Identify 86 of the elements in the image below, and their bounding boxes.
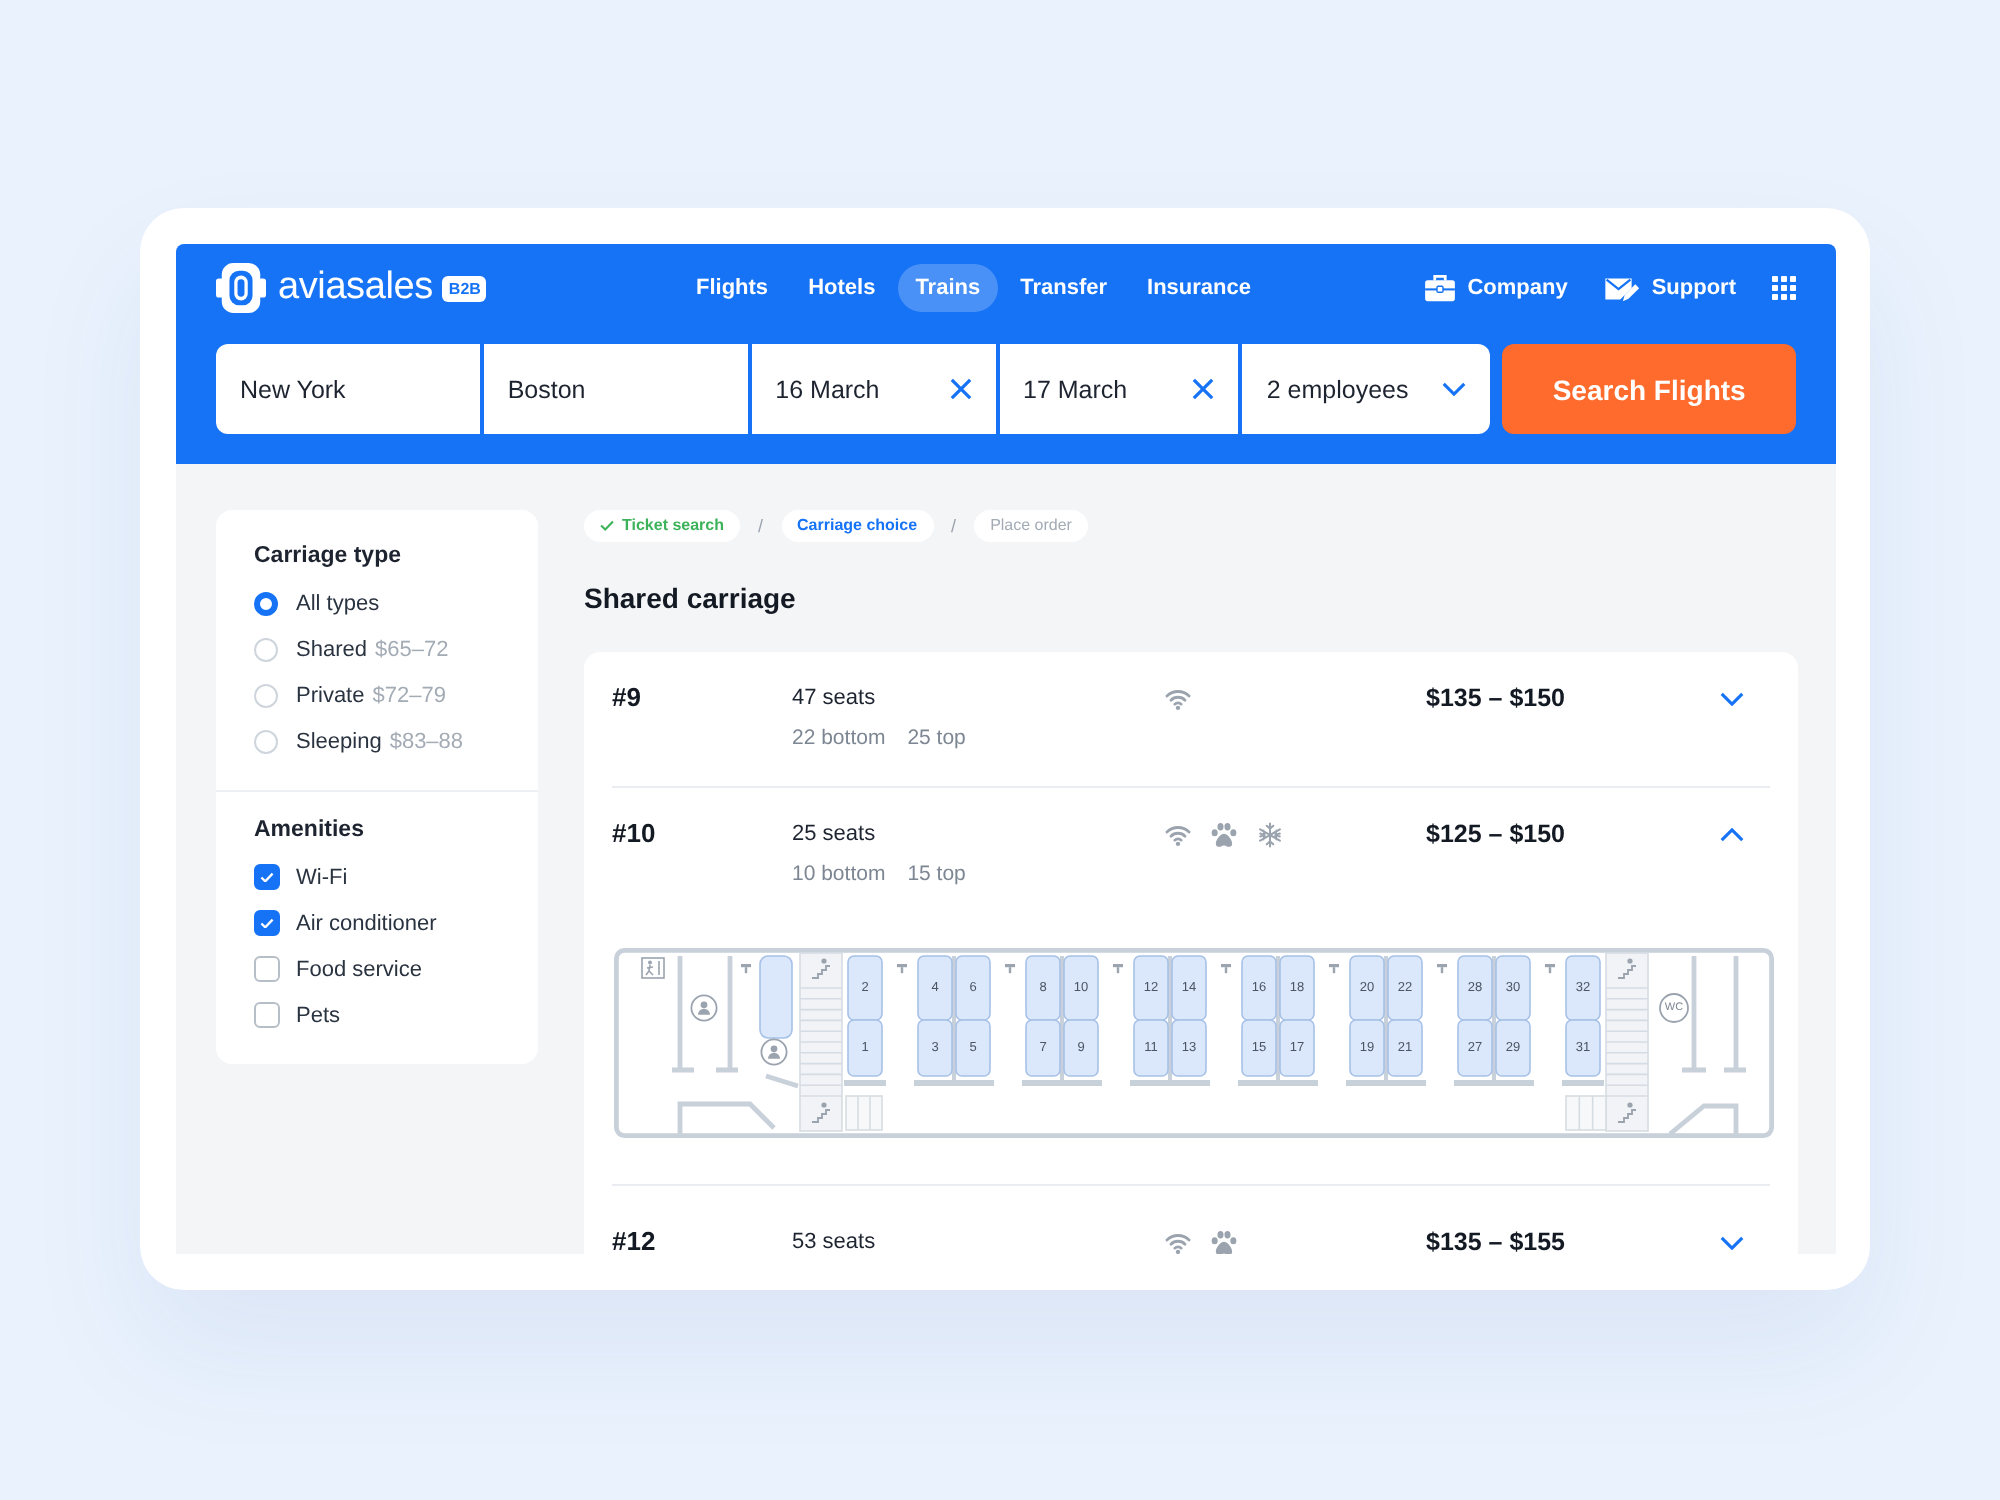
- stairs-icon: [1617, 958, 1637, 979]
- carriage-number: #12: [612, 1226, 656, 1254]
- briefcase-icon: [1423, 274, 1456, 302]
- snowflake-icon: [1256, 821, 1284, 847]
- wifi-icon: [1164, 1229, 1192, 1254]
- city-field[interactable]: New York: [216, 344, 480, 434]
- table-icon: [1329, 964, 1339, 974]
- option-label: All types: [296, 591, 380, 615]
- clear-icon[interactable]: [1192, 378, 1215, 400]
- breadcrumb-step[interactable]: Carriage choice: [781, 510, 934, 542]
- breadcrumb-separator: /: [951, 514, 957, 538]
- carriage-number: #9: [612, 682, 641, 714]
- breadcrumb-separator: /: [758, 514, 764, 538]
- seat-tile: [759, 955, 793, 1039]
- upper-seat-count: 15 top: [907, 860, 966, 890]
- city-field[interactable]: Boston: [483, 344, 748, 434]
- checkbox[interactable]: [254, 956, 280, 982]
- nav-tab[interactable]: Flights: [678, 264, 787, 312]
- support-link[interactable]: Support: [1603, 272, 1736, 304]
- stairs-icon: [811, 958, 831, 979]
- section-heading: Shared carriage: [584, 580, 796, 616]
- check-icon: [260, 917, 274, 929]
- stairs-icon: [811, 1102, 831, 1123]
- paw-icon: [1210, 1229, 1238, 1254]
- lower-seat-count: 10 bottom: [792, 860, 886, 890]
- option-label: Wi-Fi: [296, 865, 348, 889]
- seat-count: 53 seats: [792, 1228, 876, 1254]
- clear-icon[interactable]: [949, 378, 971, 400]
- seat-count: 47 seats: [792, 684, 876, 714]
- company-link[interactable]: Company: [1423, 272, 1568, 304]
- wifi-icon: [1164, 821, 1192, 847]
- logo-wordmark: aviasales: [278, 266, 433, 310]
- upper-seat-count: 25 top: [907, 724, 966, 754]
- price-range: $135 – $155: [1426, 1226, 1566, 1254]
- section-title: Amenities: [254, 816, 364, 846]
- price-range: $83–88: [389, 729, 464, 753]
- checkbox[interactable]: [254, 1002, 280, 1028]
- table-icon: [1437, 964, 1447, 974]
- logo-badge: B2B: [442, 275, 487, 301]
- table-icon: [1005, 964, 1015, 974]
- apps-menu-icon[interactable]: [1772, 276, 1796, 300]
- option-label: Private: [296, 683, 365, 707]
- nav-tab[interactable]: Insurance: [1129, 264, 1269, 312]
- rack-icon: [845, 1095, 883, 1131]
- logo-icon: [216, 262, 266, 314]
- table-icon: [1221, 964, 1231, 974]
- chevron-down-icon[interactable]: [1720, 692, 1744, 706]
- option-label: Pets: [296, 1003, 341, 1027]
- table-icon: [897, 964, 907, 974]
- envelope-pen-icon: [1603, 274, 1640, 302]
- date-field[interactable]: 16 March: [751, 344, 995, 434]
- wifi-icon: [1164, 685, 1192, 711]
- seat-count: 25 seats: [792, 820, 876, 850]
- price-range: $72–79: [372, 683, 446, 707]
- nav-tab[interactable]: Transfer: [1002, 264, 1126, 312]
- nav-tab[interactable]: Trains: [897, 264, 999, 312]
- checkbox[interactable]: [254, 910, 280, 936]
- price-range: $125 – $150: [1426, 818, 1566, 850]
- date-field[interactable]: 17 March: [999, 344, 1239, 434]
- chevron-up-icon[interactable]: [1720, 828, 1744, 842]
- option-label: Shared: [296, 637, 367, 661]
- check-icon: [600, 520, 614, 532]
- option-label: Food service: [296, 957, 422, 981]
- dropdown-field[interactable]: 2 employees: [1242, 344, 1491, 434]
- table-icon: [1113, 964, 1123, 974]
- rack-icon: [1565, 1095, 1607, 1131]
- person-icon: [760, 1038, 788, 1066]
- paw-icon: [1210, 821, 1238, 847]
- check-icon: [260, 871, 274, 883]
- stairs-icon: [1617, 1102, 1637, 1123]
- table-icon: [741, 964, 751, 974]
- price-range: $65–72: [374, 637, 449, 661]
- carriage-number: #10: [612, 818, 656, 850]
- exit-sign-icon: [641, 957, 665, 979]
- section-title: Carriage type: [254, 542, 402, 572]
- radio-button[interactable]: [254, 591, 278, 615]
- person-icon: [690, 994, 718, 1022]
- lower-seat-count: 22 bottom: [792, 724, 886, 754]
- checkbox[interactable]: [254, 864, 280, 890]
- table-icon: [1545, 964, 1555, 974]
- option-label: Sleeping: [296, 729, 382, 753]
- nav-tab[interactable]: Hotels: [790, 264, 894, 312]
- chevron-down-icon: [1442, 382, 1467, 396]
- option-label: Air conditioner: [296, 911, 437, 935]
- price-range: $135 – $150: [1426, 682, 1566, 714]
- chevron-down-icon[interactable]: [1720, 1236, 1744, 1250]
